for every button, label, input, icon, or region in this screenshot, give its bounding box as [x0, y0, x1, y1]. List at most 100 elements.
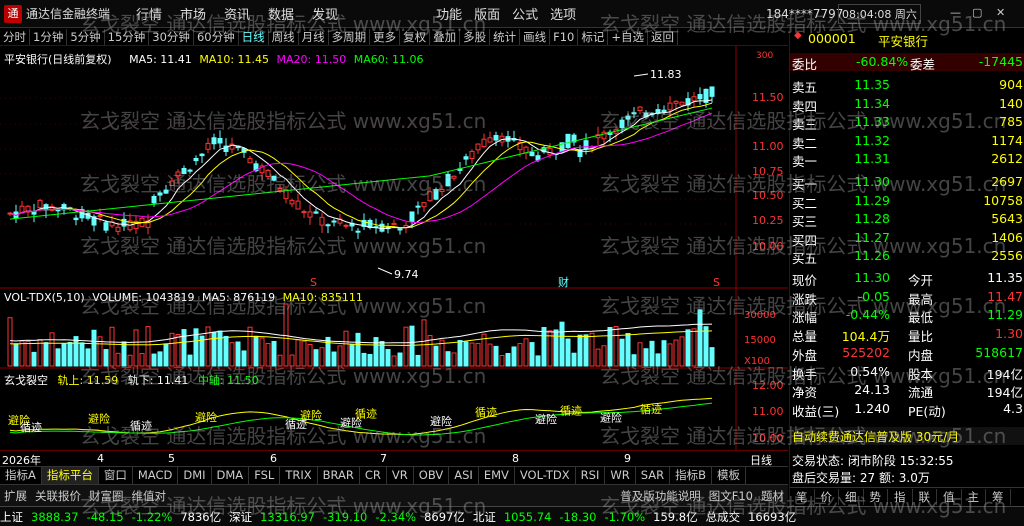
indicator-tab-19[interactable]: 模板 — [712, 467, 746, 484]
volume-bar — [127, 354, 133, 367]
volume-bar — [307, 344, 313, 367]
menu-market[interactable]: 市场 — [180, 4, 206, 23]
menu-data[interactable]: 数据 — [268, 4, 294, 23]
toolbar-item-7[interactable]: 周线 — [269, 28, 299, 45]
indicator-tab-5[interactable]: DMA — [212, 467, 250, 484]
volume-bar — [331, 351, 337, 367]
menu-function[interactable]: 功能 — [436, 4, 462, 23]
indicator-tab-9[interactable]: CR — [360, 467, 387, 484]
subtab-value[interactable]: 维值对 — [128, 488, 171, 504]
menu-quote[interactable]: 行情 — [136, 4, 162, 23]
quote-tab-5[interactable]: 联 — [913, 488, 937, 505]
volume-bar — [163, 343, 169, 367]
indicator-tab-14[interactable]: VOL-TDX — [515, 467, 576, 484]
menu-options[interactable]: 选项 — [550, 4, 576, 23]
toolbar-item-9[interactable]: 多周期 — [329, 28, 371, 45]
toolbar-item-8[interactable]: 月线 — [299, 28, 329, 45]
indicator-tab-10[interactable]: VR — [387, 467, 414, 484]
toolbar-item-14[interactable]: 统计 — [490, 28, 521, 45]
menu-layout[interactable]: 版面 — [474, 4, 500, 23]
ask-row-3-price: 11.33 — [854, 114, 890, 129]
chart-area[interactable]: 11.50 11.00 10.75 10.50 10.25 10.00 300 30000 15… — [0, 46, 788, 450]
toolbar-item-18[interactable]: +自选 — [608, 28, 648, 45]
indicator-signal-label: 避险 — [430, 414, 452, 428]
toolbar-item-2[interactable]: 5分钟 — [67, 28, 105, 45]
volume-bar — [277, 354, 283, 367]
promo-text[interactable]: 自动续费通达信普及版 30元/月 — [792, 428, 959, 445]
quote-tab-4[interactable]: 指 — [888, 488, 913, 505]
maximize-icon[interactable]: ▢ — [972, 6, 982, 19]
indicator-tab-1[interactable]: 指标平台 — [41, 467, 99, 484]
indicator-header: 玄戈裂空 轨上: 11.59 轨下: 11.41 中轴: 11.50 — [4, 372, 259, 388]
quote-tab-7[interactable]: 主 — [962, 488, 986, 505]
quote-tab-8[interactable]: 筹 — [986, 488, 1011, 505]
subtab-f10[interactable]: 图文F10 — [705, 488, 757, 504]
indicator-signal-label: 避险 — [300, 408, 322, 422]
menu-news[interactable]: 资讯 — [224, 4, 250, 23]
indicator-tab-18[interactable]: 指标B — [670, 467, 712, 484]
toolbar-item-6[interactable]: 日线 — [239, 28, 269, 45]
toolbar-item-15[interactable]: 画线 — [520, 28, 551, 45]
candle-body — [583, 140, 589, 150]
app-logo-icon: 通 — [4, 4, 22, 23]
kline-chart-svg[interactable]: 11.50 11.00 10.75 10.50 10.25 10.00 300 30000 15… — [0, 46, 788, 450]
toolbar-item-5[interactable]: 60分钟 — [194, 28, 239, 45]
indicator-tab-16[interactable]: WR — [605, 467, 636, 484]
indicator-tab-13[interactable]: EMV — [479, 467, 515, 484]
status-item-7: -319.10 — [322, 509, 368, 524]
candle-body — [661, 109, 667, 113]
bid-row-4-volume: 1406 — [991, 229, 1023, 245]
toolbar-item-11[interactable]: 复权 — [400, 28, 431, 45]
indicator-tab-0[interactable]: 指标A — [0, 467, 42, 484]
toolbar-item-13[interactable]: 多股 — [460, 28, 491, 45]
indicator-tab-15[interactable]: RSI — [576, 467, 606, 484]
toolbar-item-3[interactable]: 15分钟 — [105, 28, 150, 45]
menu-discover[interactable]: 发现 — [312, 4, 338, 23]
indicator-tab-3[interactable]: MACD — [133, 467, 179, 484]
subtab-wealth[interactable]: 财富圈 — [85, 488, 128, 504]
toolbar-item-12[interactable]: 叠加 — [430, 28, 461, 45]
vol-ma5-label: MA5: 876119 — [201, 291, 276, 304]
subtab-extend[interactable]: 扩展 — [0, 488, 31, 504]
subtab-related[interactable]: 关联报价 — [31, 488, 85, 504]
indicator-tab-7[interactable]: TRIX — [280, 467, 318, 484]
menu-formula[interactable]: 公式 — [512, 4, 538, 23]
toolbar-item-0[interactable]: 分时 — [0, 28, 30, 45]
close-icon[interactable]: ✕ — [996, 6, 1005, 19]
candle-body — [289, 199, 295, 205]
promo-banner[interactable]: 自动续费通达信普及版 30元/月 — [790, 427, 1024, 445]
subtab-help[interactable]: 普及版功能说明 — [616, 488, 705, 504]
indicator-tab-6[interactable]: FSL — [249, 467, 281, 484]
minimize-icon[interactable]: — — [950, 6, 961, 19]
toolbar-item-16[interactable]: F10 — [550, 28, 579, 45]
quote-tab-3[interactable]: 势 — [864, 488, 888, 505]
quote-tab-2[interactable]: 细 — [839, 488, 864, 505]
indicator-tab-17[interactable]: SAR — [636, 467, 671, 484]
quote-tab-6[interactable]: 值 — [937, 488, 962, 505]
quote-tab-1[interactable]: 价 — [815, 488, 839, 505]
volume-bar — [583, 334, 589, 367]
toolbar-item-10[interactable]: 更多 — [370, 28, 401, 45]
indicator-tab-4[interactable]: DMI — [178, 467, 212, 484]
stat-label-b-1: 最高 — [908, 291, 934, 307]
user-account[interactable]: 184****7797 — [766, 7, 843, 21]
quote-title: ◆ 000001 平安银行 — [790, 30, 1024, 49]
subtab-theme[interactable]: 题材 — [757, 488, 788, 504]
clock-display: 08:04:08 周六 — [838, 4, 921, 24]
indicator-tab-11[interactable]: OBV — [414, 467, 450, 484]
toolbar-item-17[interactable]: 标记 — [578, 28, 609, 45]
toolbar-item-19[interactable]: 返回 — [648, 28, 678, 45]
volume-bar — [541, 327, 547, 367]
bid-row-2-price: 11.29 — [854, 192, 890, 208]
volume-bar — [529, 342, 535, 367]
indicator-tab-12[interactable]: ASI — [449, 467, 479, 484]
stat-value-b-6: 194亿 — [986, 385, 1023, 401]
indicator-tab-8[interactable]: BRAR — [318, 467, 360, 484]
quote-tab-0[interactable]: 笔 — [790, 488, 815, 505]
toolbar-item-4[interactable]: 30分钟 — [149, 28, 194, 45]
bid-row-1-volume: 2697 — [991, 174, 1023, 189]
stat-label-a-0: 现价 — [792, 273, 818, 288]
volume-bar — [343, 330, 349, 367]
indicator-tab-2[interactable]: 窗口 — [99, 467, 133, 484]
toolbar-item-1[interactable]: 1分钟 — [30, 28, 68, 45]
